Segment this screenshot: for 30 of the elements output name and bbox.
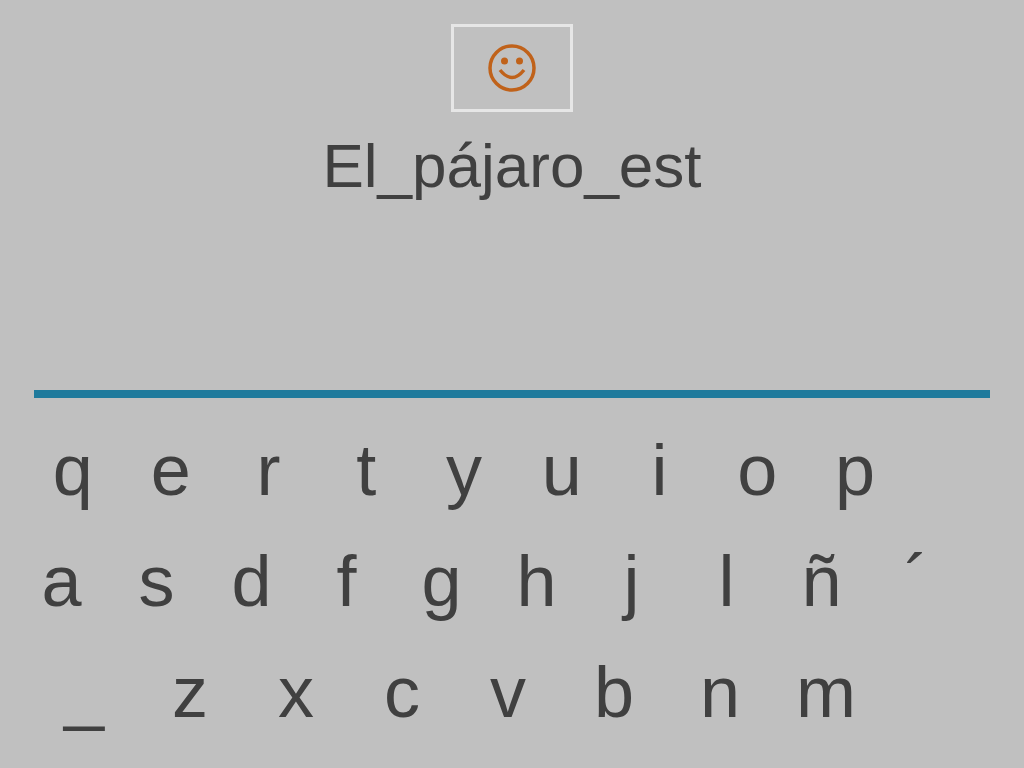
- letter-key[interactable]: m: [773, 646, 879, 737]
- letter-key[interactable]: a: [14, 535, 109, 626]
- smiley-icon: [487, 43, 537, 93]
- letter-key[interactable]: s: [109, 535, 204, 626]
- letter-key[interactable]: c: [349, 646, 455, 737]
- hint-button[interactable]: [451, 24, 573, 112]
- letter-key[interactable]: e: [121, 424, 220, 515]
- letter-key[interactable]: p: [806, 424, 904, 515]
- letter-key[interactable]: j: [584, 535, 679, 626]
- letter-key[interactable]: r: [219, 424, 318, 515]
- letter-key[interactable]: f: [299, 535, 394, 626]
- letter-key[interactable]: x: [243, 646, 349, 737]
- letter-key[interactable]: t: [317, 424, 416, 515]
- letter-key[interactable]: q: [24, 424, 122, 515]
- letter-key[interactable]: d: [204, 535, 299, 626]
- letter-key[interactable]: ñ: [774, 535, 869, 626]
- letter-key[interactable]: v: [455, 646, 561, 737]
- letter-key[interactable]: n: [667, 646, 773, 737]
- answer-text: El_pájaro_est: [322, 130, 702, 202]
- letter-key[interactable]: o: [708, 424, 807, 515]
- letter-key[interactable]: b: [561, 646, 667, 737]
- letter-key[interactable]: z: [137, 646, 243, 737]
- letter-key[interactable]: h: [489, 535, 584, 626]
- letter-key[interactable]: l: [679, 535, 774, 626]
- letter-key[interactable]: y: [415, 424, 513, 515]
- letter-key[interactable]: i: [610, 424, 709, 515]
- letter-key[interactable]: _: [31, 646, 137, 737]
- letter-key[interactable]: ´: [869, 535, 964, 626]
- letter-key[interactable]: u: [512, 424, 611, 515]
- letter-key[interactable]: g: [394, 535, 489, 626]
